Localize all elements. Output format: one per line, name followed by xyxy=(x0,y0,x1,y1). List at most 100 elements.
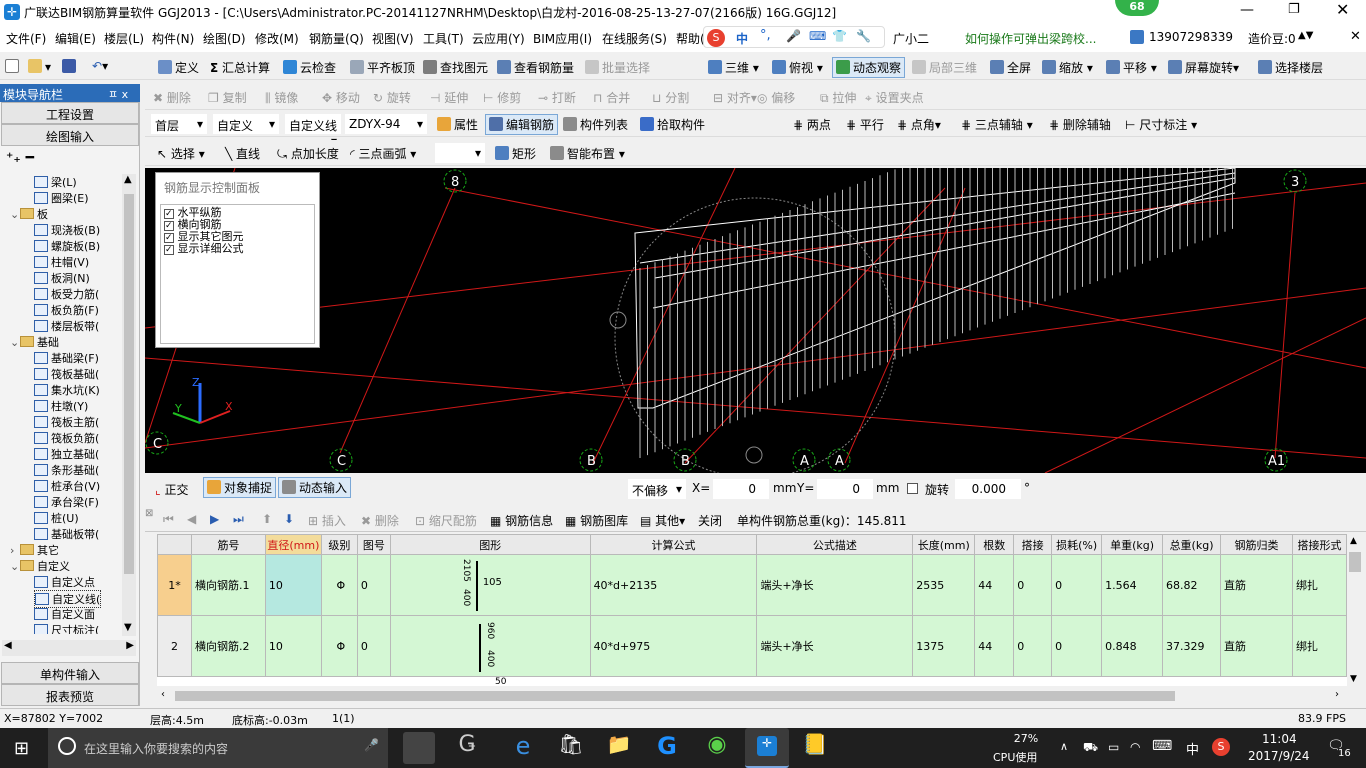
summary-calc-button[interactable]: Σ 汇总计算 xyxy=(210,59,270,76)
stretch-button[interactable]: ⧉ 拉伸 xyxy=(820,89,856,106)
delete-button[interactable]: ✖ 删除 xyxy=(153,89,191,106)
tree-item[interactable]: 板洞(N) xyxy=(34,270,90,286)
grid-delete-button[interactable]: ✖ 删除 xyxy=(361,512,399,529)
element-select[interactable]: ZDYX-94 ▾ xyxy=(345,114,427,134)
windows-start-icon[interactable]: ⊞ xyxy=(14,738,29,759)
cell-name[interactable]: 横向钢筋.2 xyxy=(190,615,266,677)
find-element-button[interactable]: 查找图元 xyxy=(423,59,488,76)
edit-rebar-button[interactable]: 编辑钢筋 xyxy=(485,114,559,135)
smart-layout-button[interactable]: 智能布置 ▾ xyxy=(550,145,625,162)
tree-item[interactable]: 螺旋板(B) xyxy=(34,238,100,254)
fullscreen-button[interactable]: 全屏 xyxy=(990,59,1031,76)
cell-lap-type[interactable]: 绑扎 xyxy=(1291,615,1347,677)
shape-select[interactable]: ▾ xyxy=(435,143,485,163)
pin-close-icons[interactable]: ㅍ x xyxy=(108,86,128,102)
other-button[interactable]: ▤ 其他▾ xyxy=(640,512,685,529)
tree-expander-icon[interactable]: ⌄ xyxy=(10,208,20,221)
menu-edit[interactable]: 编辑(E) xyxy=(55,30,96,47)
tree-folder[interactable]: › 其它 xyxy=(10,542,59,558)
tree-item[interactable]: 集水坑(K) xyxy=(34,382,100,398)
tree-item[interactable]: 筏板基础( xyxy=(34,366,99,382)
cell-fig[interactable]: 0 xyxy=(356,554,391,616)
ortho-button[interactable]: ⌞ 正交 xyxy=(155,481,188,498)
col-total-weight[interactable]: 总重(kg) xyxy=(1162,534,1222,555)
cell-lap[interactable]: 0 xyxy=(1013,554,1053,616)
cell-formula[interactable]: 40*d+2135 xyxy=(589,554,758,616)
tree-hscrollbar[interactable]: ◀ ▶ xyxy=(2,640,136,656)
flush-top-button[interactable]: 平齐板顶 xyxy=(350,59,415,76)
tree-item[interactable]: 基础梁(F) xyxy=(34,350,99,366)
drawing-viewport[interactable]: 8 3 C C B B A A A1 Z Y X xyxy=(144,167,1366,479)
align-button[interactable]: ⊟ 对齐▾ xyxy=(713,89,757,106)
grid-hscroll-thumb[interactable] xyxy=(175,691,1175,701)
break-button[interactable]: ⊸ 打断 xyxy=(538,89,576,106)
cell-total-weight[interactable]: 68.82 xyxy=(1162,554,1222,616)
cell-name[interactable]: 横向钢筋.1 xyxy=(190,554,266,616)
cell-diameter[interactable]: 10 xyxy=(264,554,322,616)
tree-expander-icon[interactable]: ⌄ xyxy=(10,336,20,349)
floor-select[interactable]: 首层 ▾ xyxy=(151,114,207,134)
menu-rebar-qty[interactable]: 钢筋量(Q) xyxy=(309,30,364,47)
toggle-arrows[interactable]: ▲▼ xyxy=(1298,30,1313,41)
edge-icon[interactable]: e xyxy=(507,732,539,764)
top-view-button[interactable]: 俯视 ▾ xyxy=(772,59,823,76)
properties-button[interactable]: 属性 xyxy=(437,116,478,133)
tree-folder[interactable]: ⌄ 自定义 xyxy=(10,558,70,574)
tree-expander-icon[interactable]: › xyxy=(10,544,20,557)
cell-lap[interactable]: 0 xyxy=(1013,615,1053,677)
tray-up-icon[interactable]: ∧ xyxy=(1060,740,1068,753)
local-3d-button[interactable]: 局部三维 xyxy=(912,59,977,76)
tree-item[interactable]: 自定义点 xyxy=(34,574,95,590)
col-grade[interactable]: 级别 xyxy=(320,534,358,555)
minimize-button[interactable]: — xyxy=(1240,2,1254,18)
rotate-button[interactable]: ↻ 旋转 xyxy=(373,89,411,106)
trim-button[interactable]: ⊢ 修剪 xyxy=(483,89,521,106)
delete-aux-button[interactable]: ⋕ 删除辅轴 xyxy=(1049,116,1111,133)
question-link[interactable]: 如何操作可弹出梁跨校... xyxy=(965,30,1096,47)
notes-app-icon[interactable]: 📒 xyxy=(799,732,831,764)
col-formula[interactable]: 计算公式 xyxy=(589,534,758,555)
tree-folder[interactable]: ⌄ 基础 xyxy=(10,334,59,350)
glodon-g-icon[interactable]: G xyxy=(651,732,683,764)
table-row[interactable]: 1* 横向钢筋.1 10 Φ 0 2105 400 105 40*d+2135 … xyxy=(157,554,1347,616)
tree-folder[interactable]: ⌄ 板 xyxy=(10,206,48,222)
rect-button[interactable]: 矩形 xyxy=(495,145,536,162)
cell-class[interactable]: 直筋 xyxy=(1220,554,1293,616)
rebar-library-button[interactable]: ▦ 钢筋图库 xyxy=(565,512,628,529)
menu-bim[interactable]: BIM应用(I) xyxy=(533,30,592,47)
col-loss[interactable]: 损耗(%) xyxy=(1051,534,1103,555)
three-point-arc-button[interactable]: ◜ 三点画弧 ▾ xyxy=(350,145,416,162)
add-length-button[interactable]: ⤿ 点加长度 xyxy=(277,145,339,162)
grid-vscrollbar[interactable]: ▲ ▼ xyxy=(1347,534,1363,688)
extend-button[interactable]: ⊣ 延伸 xyxy=(430,89,468,106)
row-number[interactable]: 1* xyxy=(157,554,192,616)
cell-loss[interactable]: 0 xyxy=(1051,615,1103,677)
move-button[interactable]: ✥ 移动 xyxy=(322,89,360,106)
cell-unit-weight[interactable]: 1.564 xyxy=(1101,554,1164,616)
cell-diameter[interactable]: 10 xyxy=(264,615,322,677)
price-beans[interactable]: 造价豆:0 xyxy=(1248,30,1296,47)
tree-item[interactable]: 板受力筋( xyxy=(34,286,99,302)
task-view-icon[interactable] xyxy=(403,732,435,764)
cell-length[interactable]: 2535 xyxy=(912,554,976,616)
ggj-app-icon[interactable]: ✛ xyxy=(745,728,789,768)
cell-shape[interactable]: 960 400 xyxy=(389,615,591,677)
tree-item[interactable]: 筏板负筋( xyxy=(34,430,99,446)
app-g-icon[interactable]: Ǥ xyxy=(451,732,483,764)
grid-vscroll-thumb[interactable] xyxy=(1349,552,1361,572)
cloud-check-button[interactable]: 云检查 xyxy=(283,59,336,76)
nav-prev-icon[interactable]: ◀ xyxy=(187,512,196,526)
tree-item[interactable]: 桩承台(V) xyxy=(34,478,100,494)
clock-date[interactable]: 2017/9/24 xyxy=(1248,749,1310,763)
zoom-button[interactable]: 缩放 ▾ xyxy=(1042,59,1093,76)
nav-first-icon[interactable]: ⏮ xyxy=(163,512,174,527)
cell-unit-weight[interactable]: 0.848 xyxy=(1101,615,1164,677)
subtype-select[interactable]: 自定义线▾ xyxy=(285,114,341,148)
battery-icon[interactable]: ▭ xyxy=(1108,740,1119,754)
menu-element[interactable]: 构件(N) xyxy=(152,30,194,47)
menu-floor[interactable]: 楼层(L) xyxy=(104,30,144,47)
tree-item[interactable]: 现浇板(B) xyxy=(34,222,100,238)
cell-lap-type[interactable]: 绑扎 xyxy=(1291,554,1347,616)
pick-element-button[interactable]: 拾取构件 xyxy=(640,116,705,133)
select-button[interactable]: ↖ 选择 ▾ xyxy=(157,145,205,162)
